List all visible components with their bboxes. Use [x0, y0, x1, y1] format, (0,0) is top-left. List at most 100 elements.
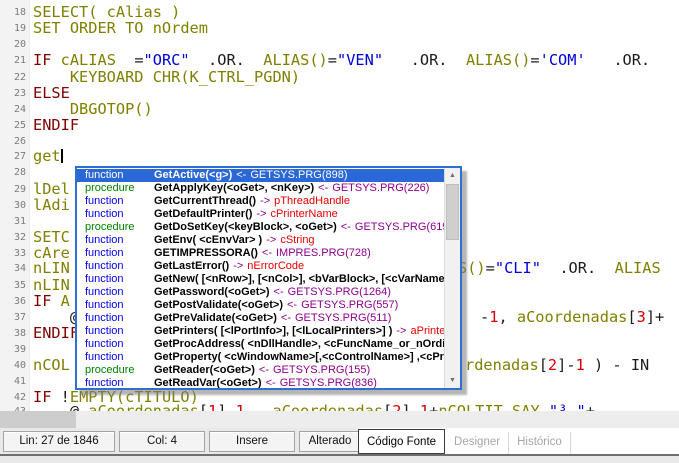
code-token: rdenadas: [465, 356, 539, 374]
code-token: .OR.: [541, 259, 615, 277]
item-kind-label: function: [77, 195, 154, 208]
code-token: [: [539, 356, 548, 374]
autocomplete-item[interactable]: functionGetPassword(<oGet>)<-GETSYS.PRG(…: [77, 286, 444, 299]
line-number: 39: [0, 341, 26, 358]
item-target: cPrinterName: [267, 208, 338, 221]
code-line: 43 @ aCoordenadas[1]-1, aCoordenadas[2]-…: [0, 403, 679, 411]
item-target: GETSYS.PRG(1264): [284, 286, 391, 299]
code-token: +: [586, 402, 595, 411]
item-kind-label: function: [77, 247, 154, 260]
item-arrow: <-: [283, 299, 297, 312]
line-number: 34: [0, 260, 26, 277]
code-text: nLIN: [33, 260, 70, 276]
scrollbar-thumb[interactable]: [446, 184, 459, 240]
line-number: 37: [0, 309, 26, 326]
autocomplete-item[interactable]: functionGETIMPRESSORA()<-IMPRES.PRG(728): [77, 247, 444, 260]
item-kind-label: function: [77, 338, 154, 351]
item-signature: GetReadVar(<oGet>): [154, 377, 262, 388]
autocomplete-item[interactable]: functionGetProcAddress( <nDllHandle>, <c…: [77, 338, 444, 351]
code-token: nCOLTIT: [438, 402, 502, 411]
item-target: GETSYS.PRG(226): [328, 182, 429, 195]
code-line: 19SET ORDER TO nOrdem: [0, 20, 679, 36]
horizontal-scrollbar-thumb[interactable]: [0, 411, 76, 428]
item-kind-label: function: [77, 299, 154, 312]
item-signature: GetDefaultPrinter(): [154, 208, 252, 221]
code-token: aCoordenadas: [88, 402, 199, 411]
popup-scrollbar[interactable]: ▲ ▼: [444, 168, 460, 388]
autocomplete-item[interactable]: functionGetReadVar(<oGet>)<-GETSYS.PRG(8…: [77, 377, 444, 388]
line-number: 21: [0, 52, 26, 69]
code-token: get: [33, 147, 61, 165]
line-number: 24: [0, 101, 26, 118]
item-signature: GetReader(<oGet>): [154, 364, 255, 377]
item-signature: GetNew( [<nRow>], [<nCol>], <bVarBlock>,…: [154, 273, 444, 286]
code-line: 27get: [0, 148, 679, 164]
autocomplete-item[interactable]: functionGetLastError()->nErrorCode: [77, 260, 444, 273]
autocomplete-item[interactable]: procedureGetApplyKey(<oGet>, <nKey>)<-GE…: [77, 182, 444, 195]
code-token: 1: [420, 402, 429, 411]
autocomplete-item[interactable]: functionGetDefaultPrinter()->cPrinterNam…: [77, 208, 444, 221]
tab-codigo-fonte[interactable]: Código Fonte: [358, 429, 445, 454]
item-kind-label: function: [77, 377, 154, 388]
tab-designer[interactable]: Designer: [446, 432, 509, 454]
item-signature: GetPreValidate(<oGet>): [154, 312, 277, 325]
autocomplete-item[interactable]: functionGetProperty( <cWindowName>[,<cCo…: [77, 351, 444, 364]
autocomplete-item[interactable]: functionGetPostValidate(<oGet>)<-GETSYS.…: [77, 299, 444, 312]
code-token: nCOL: [33, 356, 70, 374]
item-arrow: ->: [252, 208, 266, 221]
code-token: cALIAS: [61, 51, 135, 69]
code-token: "³ ": [549, 402, 586, 411]
scroll-up-icon[interactable]: ▲: [445, 168, 460, 183]
code-text: SET ORDER TO nOrdem: [33, 20, 208, 36]
item-kind-label: function: [77, 312, 154, 325]
autocomplete-item[interactable]: functionGetPrinters( [<lPortInfo>], [<lL…: [77, 325, 444, 338]
code-token: ]: [401, 402, 410, 411]
code-text: lDel: [33, 181, 70, 197]
item-signature: GetLastError(): [154, 260, 229, 273]
code-line: 20: [0, 36, 679, 52]
code-token: .OR.: [190, 51, 264, 69]
item-signature: GetEnv( <cEnvVar> ): [154, 234, 262, 247]
item-target: GETSYS.PRG(155): [269, 364, 370, 377]
code-text: @ aCoordenadas[1]-1, aCoordenadas[2]-1+n…: [33, 403, 595, 411]
item-signature: GetProperty( <cWindowName>[,<cControlNam…: [154, 351, 444, 364]
line-number: 35: [0, 277, 26, 294]
autocomplete-popup[interactable]: functionGetActive(<g>)<-GETSYS.PRG(898)p…: [75, 166, 462, 390]
code-token: IF: [33, 51, 61, 69]
item-arrow: ->: [229, 260, 243, 273]
code-text: KEYBOARD CHR(K_CTRL_PGDN): [33, 69, 300, 85]
item-kind-label: function: [77, 260, 154, 273]
code-token: =: [328, 51, 337, 69]
autocomplete-item[interactable]: functionGetActive(<g>)<-GETSYS.PRG(898): [77, 169, 444, 182]
code-token: ENDIF: [33, 116, 79, 134]
autocomplete-item[interactable]: functionGetPreValidate(<oGet>)<-GETSYS.P…: [77, 312, 444, 325]
autocomplete-list: functionGetActive(<g>)<-GETSYS.PRG(898)p…: [77, 168, 444, 388]
code-text: IF cALIAS ="ORC" .OR. ALIAS()="VEN" .OR.…: [33, 52, 650, 68]
autocomplete-item[interactable]: functionGetEnv( <cEnvVar> )->cString: [77, 234, 444, 247]
scroll-down-icon[interactable]: ▼: [445, 373, 460, 388]
line-number: 38: [0, 325, 26, 342]
autocomplete-item[interactable]: functionGetCurrentThread()->pThreadHandl…: [77, 195, 444, 208]
tab-historico[interactable]: Histórico: [509, 432, 571, 454]
code-token: =: [134, 51, 143, 69]
autocomplete-item[interactable]: procedureGetDoSetKey(<keyBlock>, <oGet>)…: [77, 221, 444, 234]
code-text: nCOL: [33, 357, 70, 373]
autocomplete-item[interactable]: procedureGetReader(<oGet>)<-GETSYS.PRG(1…: [77, 364, 444, 377]
code-token: 1: [236, 402, 245, 411]
code-text: SELECT( cAlias ): [33, 4, 180, 20]
line-number: 20: [0, 36, 26, 53]
item-kind-label: function: [77, 169, 154, 182]
code-text-fragment: S()="CLI" .OR. ALIAS: [458, 260, 661, 276]
code-line: 21 IF cALIAS ="ORC" .OR. ALIAS()="VEN" .O…: [0, 52, 679, 68]
code-token: 'COM': [540, 51, 586, 69]
horizontal-scrollbar[interactable]: [0, 411, 679, 428]
autocomplete-item[interactable]: functionGetNew( [<nRow>], [<nCol>], <bVa…: [77, 273, 444, 286]
item-arrow: <-: [258, 247, 272, 260]
code-token: 2: [548, 356, 557, 374]
code-token: ,: [498, 308, 516, 326]
line-number: 29: [0, 181, 26, 198]
item-arrow: <-: [232, 169, 246, 182]
code-token: 3: [637, 308, 646, 326]
line-number: 30: [0, 197, 26, 214]
code-token: SET ORDER TO nOrdem: [33, 19, 208, 37]
